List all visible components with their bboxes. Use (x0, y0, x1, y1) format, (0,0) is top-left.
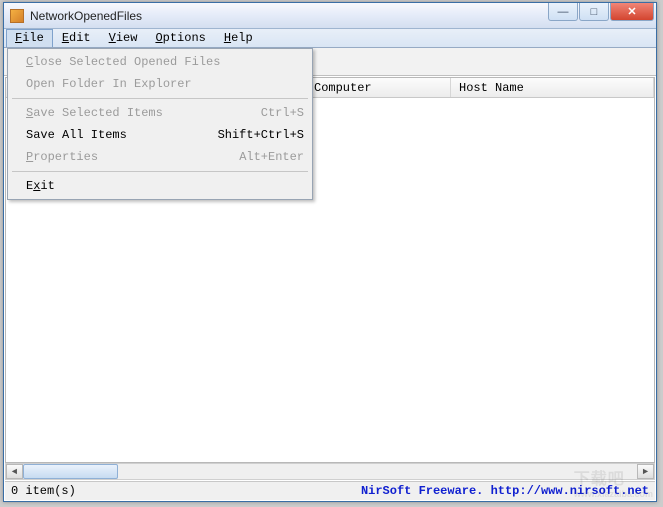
app-icon (10, 9, 24, 23)
menu-exit[interactable]: Exit (10, 175, 310, 197)
menu-properties[interactable]: Properties Alt+Enter (10, 146, 310, 168)
status-credit: NirSoft Freeware. http://www.nirsoft.net (361, 484, 649, 498)
window-controls: — □ ✕ (547, 3, 654, 21)
titlebar: NetworkOpenedFiles — □ ✕ (4, 3, 656, 29)
status-item-count: 0 item(s) (11, 484, 211, 498)
scroll-left-arrow-icon[interactable]: ◄ (6, 464, 23, 479)
menu-options[interactable]: Options (146, 29, 214, 47)
menu-open-folder[interactable]: Open Folder In Explorer (10, 73, 310, 95)
menu-file[interactable]: File (6, 29, 53, 47)
menubar: File Edit View Options Help (4, 29, 656, 48)
menu-separator (12, 98, 308, 99)
statusbar: 0 item(s) NirSoft Freeware. http://www.n… (5, 481, 655, 500)
minimize-button[interactable]: — (548, 3, 578, 21)
menu-edit[interactable]: Edit (53, 29, 100, 47)
window-title: NetworkOpenedFiles (30, 9, 142, 23)
menu-separator (12, 171, 308, 172)
column-header-hostname[interactable]: Host Name (451, 78, 654, 97)
column-header-computer[interactable]: Computer (306, 78, 451, 97)
horizontal-scrollbar[interactable]: ◄ ► (5, 463, 655, 480)
scroll-thumb[interactable] (23, 464, 118, 479)
maximize-button[interactable]: □ (579, 3, 609, 21)
menu-view[interactable]: View (100, 29, 147, 47)
file-menu-dropdown: Close Selected Opened Files Open Folder … (7, 48, 313, 200)
close-button[interactable]: ✕ (610, 3, 654, 21)
menu-save-all[interactable]: Save All Items Shift+Ctrl+S (10, 124, 310, 146)
menu-save-selected[interactable]: Save Selected Items Ctrl+S (10, 102, 310, 124)
scroll-track[interactable] (23, 464, 637, 479)
menu-close-selected[interactable]: Close Selected Opened Files (10, 51, 310, 73)
menu-help[interactable]: Help (215, 29, 262, 47)
app-window: NetworkOpenedFiles — □ ✕ File Edit View … (3, 2, 657, 502)
scroll-right-arrow-icon[interactable]: ► (637, 464, 654, 479)
